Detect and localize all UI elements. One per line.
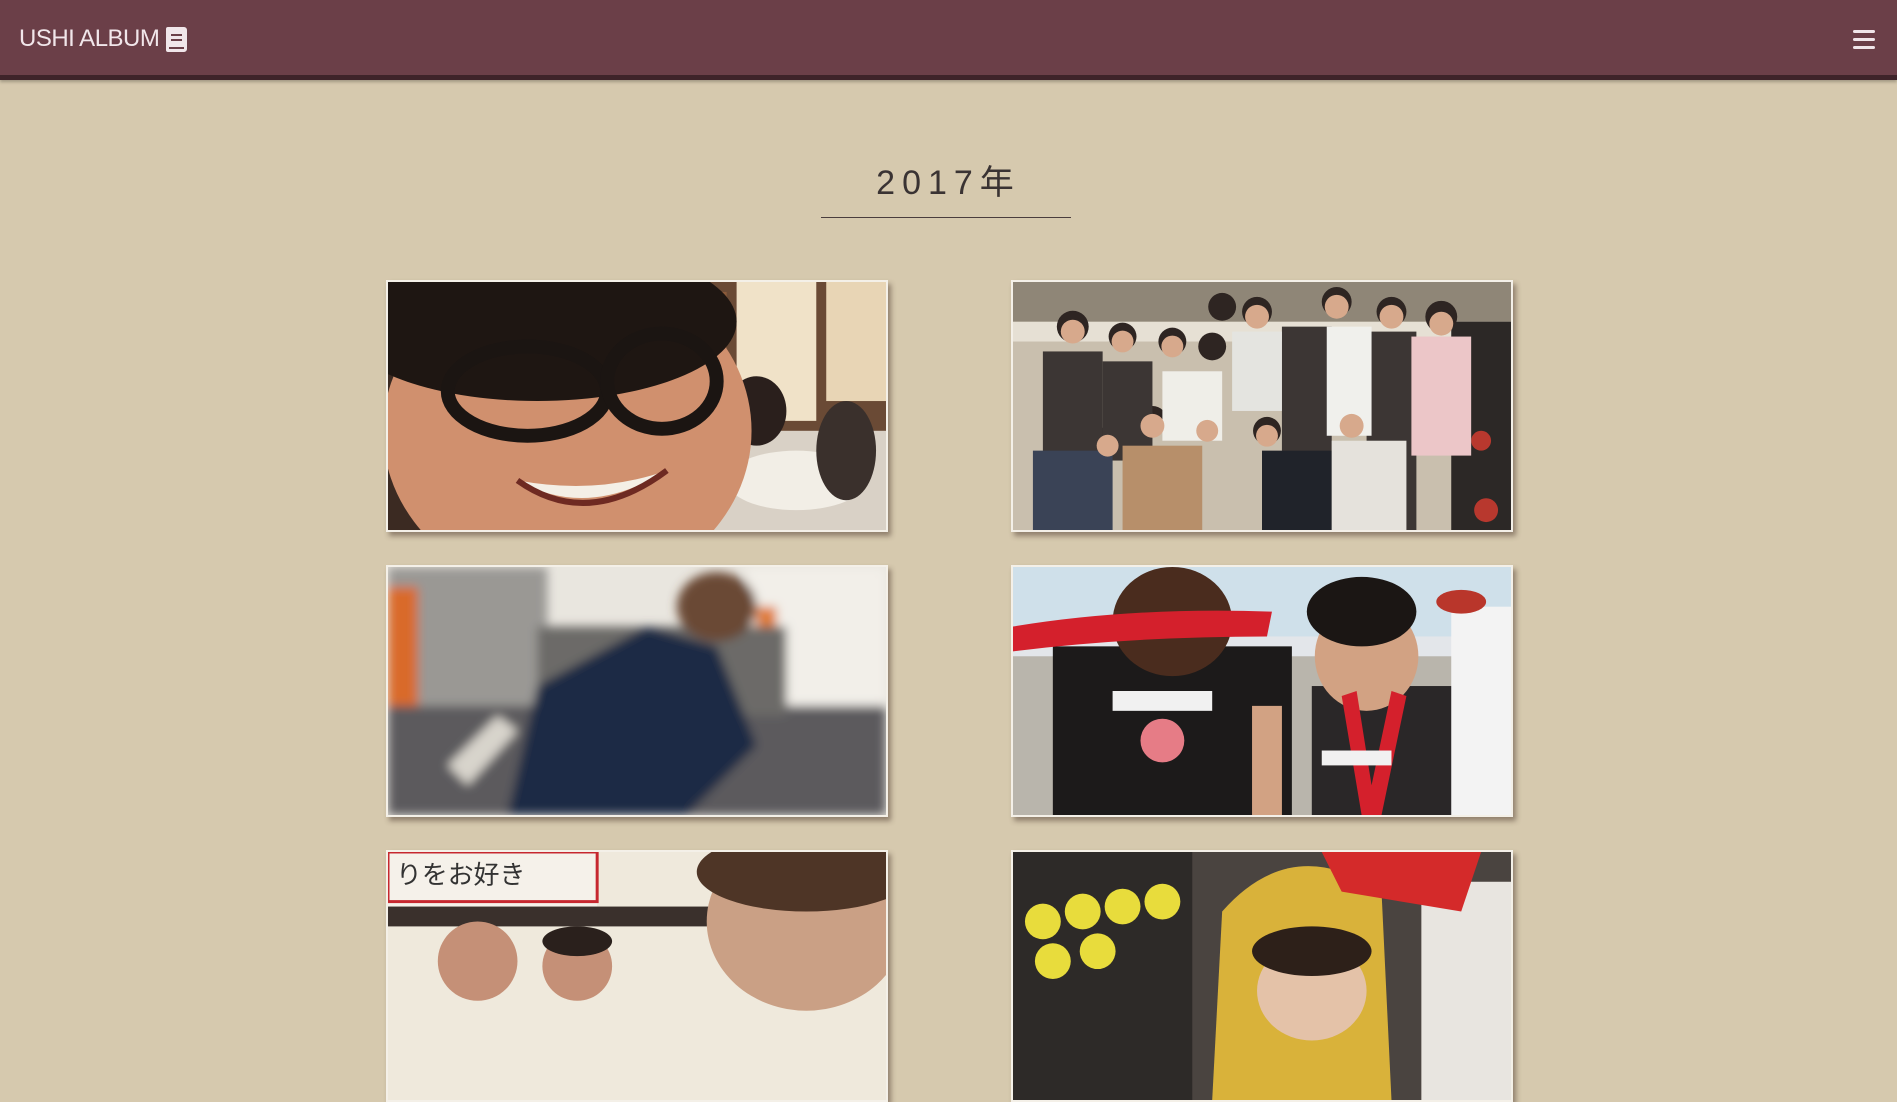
photo-card-3[interactable] [386, 565, 888, 817]
photo-image-5: りをお好き [388, 852, 886, 1100]
brand-title: USHI ALBUM [19, 25, 160, 52]
photo-image-6 [1013, 852, 1511, 1100]
photo-image-1 [388, 282, 886, 530]
photo-image-2 [1013, 282, 1511, 530]
photo-card-2[interactable] [1011, 280, 1513, 532]
photo-card-5[interactable]: りをお好き [386, 850, 888, 1102]
section-title: 2017年 [876, 164, 1021, 202]
book-icon [166, 26, 188, 52]
hamburger-menu-icon[interactable] [1853, 30, 1875, 50]
top-navbar: USHI ALBUM [0, 0, 1897, 80]
photo-image-3 [388, 567, 886, 815]
brand-link[interactable]: USHI ALBUM [19, 25, 188, 53]
title-divider [821, 217, 1071, 218]
photo-card-6[interactable] [1011, 850, 1513, 1102]
photo-card-4[interactable] [1011, 565, 1513, 817]
photo-card-1[interactable] [386, 280, 888, 532]
svg-text:りをお好き: りをお好き [396, 861, 525, 891]
photo-image-4 [1013, 567, 1511, 815]
